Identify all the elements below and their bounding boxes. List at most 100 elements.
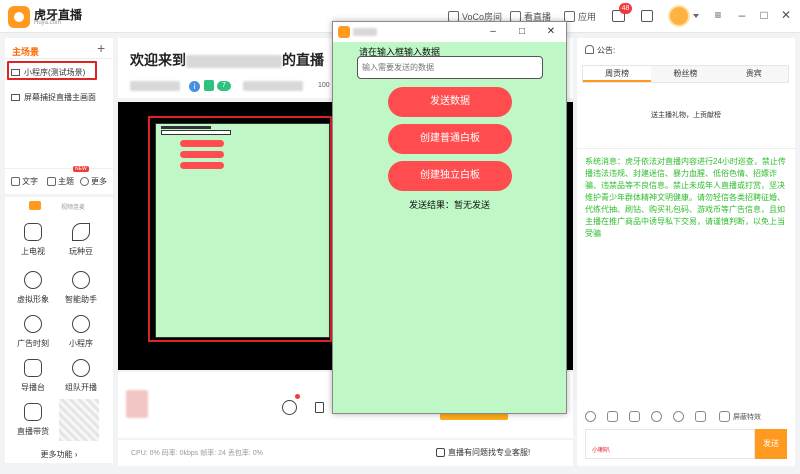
- tool-label: 组队开播: [65, 383, 97, 392]
- divider: [577, 148, 795, 149]
- apps-button[interactable]: 应用: [564, 10, 596, 23]
- announcement-label: 公告:: [597, 46, 616, 55]
- text-icon[interactable]: [629, 411, 640, 422]
- more-tool-label: 更多: [91, 177, 107, 186]
- ranking-tabs: 周贡榜 粉丝榜 贵宾: [582, 65, 789, 83]
- new-badge: NEW: [73, 166, 89, 172]
- speaker-icon[interactable]: [315, 402, 324, 413]
- emoji-icon[interactable]: [282, 400, 297, 415]
- chat-toolbar: 屏蔽特效: [585, 411, 790, 425]
- megaphone-icon: [436, 448, 445, 457]
- tool-smart-assistant[interactable]: 智能助手: [57, 271, 105, 305]
- assistant-icon: [72, 271, 90, 289]
- send-data-button[interactable]: 发送数据: [388, 87, 512, 117]
- leaf-icon: [72, 223, 90, 241]
- preview-button: [180, 162, 224, 169]
- miniapp-icon: [72, 315, 90, 333]
- miniapp-titlebar: – □ ✕: [333, 22, 566, 42]
- block-effects-label[interactable]: 屏蔽特效: [733, 412, 761, 422]
- barrage-icon[interactable]: [607, 411, 618, 422]
- room-title-suffix: 的直播: [282, 52, 324, 68]
- text-tool-button[interactable]: 文字: [11, 176, 38, 187]
- tab-fans[interactable]: 粉丝榜: [651, 66, 720, 82]
- block-effects-icon[interactable]: [719, 411, 730, 422]
- text-tool-label: 文字: [22, 177, 38, 186]
- shirt-icon: [47, 177, 56, 186]
- support-link[interactable]: 直播有问题找专业客服!: [448, 447, 530, 458]
- blurred-room-id: [130, 81, 180, 91]
- tool-ad-time[interactable]: 广告时刻: [9, 315, 57, 349]
- video-link-icon: [29, 201, 41, 210]
- tool-label: 直播带货: [17, 427, 49, 436]
- emoji-icon[interactable]: [585, 411, 596, 422]
- blurred-name: [186, 54, 282, 68]
- scenes-panel: 主场景 + 小程序(测试场景) 屏幕捕捉直播主画面 NEW 文字 主题 更多: [5, 38, 113, 194]
- level-badge: 7: [217, 81, 231, 91]
- tab-vip[interactable]: 贵宾: [719, 66, 788, 82]
- info-icon[interactable]: i: [189, 81, 200, 92]
- performance-stats: CPU: 0% 码率: 0kbps 帧率: 24 丢包率: 0%: [131, 450, 263, 457]
- room-title-prefix: 欢迎来到: [130, 52, 186, 68]
- miniapp-window: – □ ✕ 请在输入框输入数据 发送数据 创建普通白板 创建独立白板 发送结果：…: [332, 21, 567, 414]
- palette-icon[interactable]: [651, 411, 662, 422]
- director-icon: [24, 359, 42, 377]
- brand-subtitle: Huya.com: [34, 20, 62, 26]
- scene-item-miniapp[interactable]: 小程序(测试场景): [11, 67, 85, 78]
- shop-icon: [24, 403, 42, 421]
- preview-input: [161, 130, 231, 135]
- minimize-icon[interactable]: –: [485, 24, 501, 40]
- tool-director[interactable]: 导播台: [9, 359, 57, 393]
- maximize-icon[interactable]: □: [757, 8, 771, 22]
- preview-miniapp-canvas: [155, 123, 330, 338]
- blurred-thumbnail: [126, 390, 148, 418]
- tool-label: 智能助手: [65, 295, 97, 304]
- tool-virtual-avatar[interactable]: 虚拟形象: [9, 271, 57, 305]
- system-message: 系统消息：虎牙依法对直播内容进行24小时巡查，禁止传播违法违规、封建迷信、暴力血…: [585, 157, 786, 238]
- tool-label: 广告时刻: [17, 339, 49, 348]
- notification-dot: [295, 394, 300, 399]
- bell-icon: [585, 45, 594, 54]
- tool-label: 导播台: [21, 383, 45, 392]
- horn-sticker[interactable]: 小喇叭: [589, 433, 613, 455]
- filter-icon[interactable]: [695, 411, 706, 422]
- theme-tool-label: 主题: [58, 177, 74, 186]
- room-title: 欢迎来到 的直播: [130, 50, 324, 70]
- data-input[interactable]: [357, 56, 543, 79]
- tool-plant-beans[interactable]: 玩种豆: [57, 223, 105, 257]
- minimize-icon[interactable]: –: [735, 8, 749, 22]
- tool-miniapp[interactable]: 小程序: [57, 315, 105, 349]
- preview-button: [180, 140, 224, 147]
- user-avatar[interactable]: [668, 5, 690, 27]
- team-icon: [72, 359, 90, 377]
- tab-weekly-contribution[interactable]: 周贡榜: [583, 66, 652, 82]
- divider: [5, 168, 113, 169]
- more-tool-button[interactable]: 更多: [80, 176, 107, 187]
- add-scene-button[interactable]: +: [97, 40, 105, 56]
- send-button[interactable]: 发送: [755, 429, 787, 459]
- scene-item-screen-capture[interactable]: 屏幕捕捉直播主画面: [11, 92, 96, 103]
- chat-panel: 公告: 周贡榜 粉丝榜 贵宾 送主播礼物，上贡献榜 系统消息：虎牙依法对直播内容…: [577, 38, 795, 466]
- blurred-category: [243, 81, 303, 91]
- tool-tv[interactable]: 上电视: [9, 223, 57, 257]
- gift-icon[interactable]: [673, 411, 684, 422]
- tool-team-live[interactable]: 组队开播: [57, 359, 105, 393]
- chevron-down-icon[interactable]: [693, 14, 699, 18]
- scene-item-label: 屏幕捕捉直播主画面: [24, 93, 96, 102]
- video-link-label: 视频连麦: [61, 205, 86, 211]
- menu-icon[interactable]: ≡: [711, 8, 725, 22]
- create-independent-board-button[interactable]: 创建独立白板: [388, 161, 512, 191]
- calendar-icon[interactable]: [641, 10, 653, 22]
- create-normal-board-button[interactable]: 创建普通白板: [388, 124, 512, 154]
- apps-label: 应用: [578, 12, 597, 22]
- scene-item-label: 小程序(测试场景): [24, 68, 86, 77]
- close-icon[interactable]: ✕: [779, 8, 793, 22]
- theme-tool-button[interactable]: 主题: [47, 176, 74, 187]
- close-icon[interactable]: ✕: [543, 24, 559, 40]
- tool-label: 小程序: [69, 339, 93, 348]
- gift-hint: 送主播礼物，上贡献榜: [651, 112, 721, 119]
- tool-live-shop[interactable]: 直播带货: [9, 403, 57, 437]
- maximize-icon[interactable]: □: [514, 24, 530, 40]
- more-functions-button[interactable]: 更多功能 ›: [5, 447, 113, 463]
- preview-label-line: [161, 126, 211, 129]
- promo-thumbnail[interactable]: [59, 399, 99, 441]
